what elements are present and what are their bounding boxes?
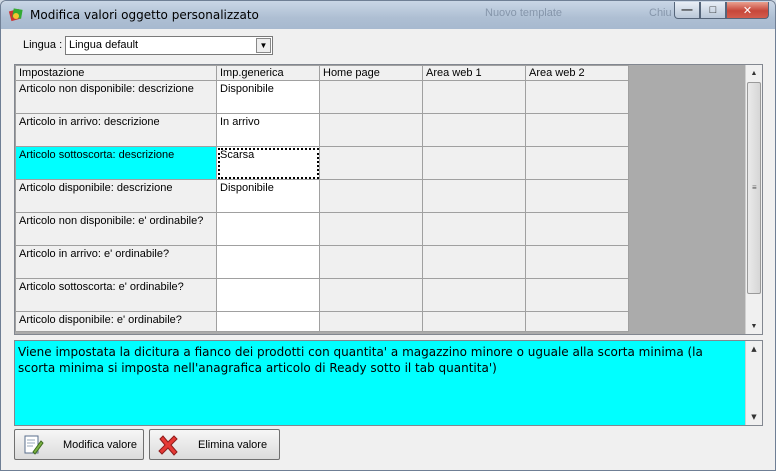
empty-cell[interactable]	[422, 212, 526, 246]
row-label[interactable]: Articolo sottoscorta: descrizione	[15, 146, 217, 180]
value-cell[interactable]	[216, 212, 320, 246]
row-label[interactable]: Articolo non disponibile: descrizione	[15, 80, 217, 114]
row-label[interactable]: Articolo non disponibile: e' ordinabile?	[15, 212, 217, 246]
dialog-window: Modifica valori oggetto personalizzato N…	[0, 0, 776, 471]
value-cell[interactable]	[216, 311, 320, 332]
empty-cell[interactable]	[422, 245, 526, 279]
row-label[interactable]: Articolo disponibile: descrizione	[15, 179, 217, 213]
column-header-impostazione[interactable]: Impostazione	[15, 65, 217, 81]
description-vertical-scrollbar[interactable]: ▲ ▼	[745, 341, 762, 425]
empty-cell[interactable]	[525, 80, 629, 114]
language-selected-value: Lingua default	[69, 39, 139, 51]
empty-cell[interactable]	[319, 179, 423, 213]
empty-cell[interactable]	[422, 146, 526, 180]
empty-cell[interactable]	[319, 146, 423, 180]
close-button[interactable]: ✕	[726, 2, 769, 19]
window-title: Modifica valori oggetto personalizzato	[30, 8, 259, 22]
empty-cell[interactable]	[525, 179, 629, 213]
grid-header-row: Impostazione Imp.generica Home page Area…	[15, 65, 629, 81]
edit-value-label: Modifica valore	[63, 438, 137, 451]
scroll-up-icon[interactable]: ▲	[746, 341, 762, 357]
edit-value-button[interactable]: Modifica valore	[14, 429, 144, 460]
delete-value-button[interactable]: Elimina valore	[149, 429, 280, 460]
empty-cell[interactable]	[319, 278, 423, 312]
background-hint-2: Chiu	[649, 7, 672, 19]
scroll-up-icon[interactable]: ▲	[746, 65, 762, 81]
value-cell-editing[interactable]: Scarsa	[216, 146, 320, 180]
empty-cell[interactable]	[422, 278, 526, 312]
table-row[interactable]: Articolo non disponibile: e' ordinabile?	[15, 212, 629, 246]
table-row[interactable]: Articolo in arrivo: descrizione In arriv…	[15, 113, 629, 147]
empty-cell[interactable]	[422, 311, 526, 332]
value-cell[interactable]: In arrivo	[216, 113, 320, 147]
edit-document-icon	[21, 433, 45, 457]
table-row[interactable]: Articolo sottoscorta: e' ordinabile?	[15, 278, 629, 312]
scroll-down-icon[interactable]: ▼	[746, 318, 762, 334]
table-row[interactable]: Articolo in arrivo: e' ordinabile?	[15, 245, 629, 279]
title-bar[interactable]: Modifica valori oggetto personalizzato N…	[1, 1, 775, 29]
empty-cell[interactable]	[319, 245, 423, 279]
language-select[interactable]: Lingua default ▼	[65, 36, 273, 55]
empty-cell[interactable]	[319, 212, 423, 246]
background-hint-1: Nuovo template	[485, 7, 563, 19]
description-box[interactable]: Viene impostata la dicitura a fianco dei…	[14, 340, 763, 426]
delete-value-label: Elimina valore	[198, 438, 268, 451]
maximize-button[interactable]: □	[700, 2, 726, 19]
settings-grid: Impostazione Imp.generica Home page Area…	[14, 64, 763, 335]
row-label[interactable]: Articolo disponibile: e' ordinabile?	[15, 311, 217, 332]
grip-icon: ≡	[752, 183, 757, 192]
empty-cell[interactable]	[422, 80, 526, 114]
table-row[interactable]: Articolo non disponibile: descrizione Di…	[15, 80, 629, 114]
minimize-icon: —	[681, 4, 693, 16]
chevron-down-icon[interactable]: ▼	[256, 38, 271, 53]
scroll-thumb[interactable]: ≡	[747, 82, 761, 294]
empty-cell[interactable]	[525, 146, 629, 180]
empty-cell[interactable]	[422, 179, 526, 213]
empty-cell[interactable]	[319, 113, 423, 147]
value-cell[interactable]	[216, 278, 320, 312]
column-header-area-web-1[interactable]: Area web 1	[422, 65, 526, 81]
maximize-icon: □	[709, 4, 717, 16]
row-label[interactable]: Articolo in arrivo: descrizione	[15, 113, 217, 147]
table-row[interactable]: Articolo disponibile: descrizione Dispon…	[15, 179, 629, 213]
empty-cell[interactable]	[525, 311, 629, 332]
empty-cell[interactable]	[525, 278, 629, 312]
value-cell[interactable]: Disponibile	[216, 179, 320, 213]
empty-cell[interactable]	[319, 80, 423, 114]
value-cell[interactable]	[216, 245, 320, 279]
row-label[interactable]: Articolo in arrivo: e' ordinabile?	[15, 245, 217, 279]
empty-cell[interactable]	[525, 113, 629, 147]
delete-x-icon	[156, 433, 180, 457]
scroll-down-icon[interactable]: ▼	[746, 409, 762, 425]
empty-cell[interactable]	[422, 113, 526, 147]
column-header-imp-generica[interactable]: Imp.generica	[216, 65, 320, 81]
table-row-selected[interactable]: Articolo sottoscorta: descrizione Scarsa	[15, 146, 629, 180]
empty-cell[interactable]	[525, 245, 629, 279]
column-header-home-page[interactable]: Home page	[319, 65, 423, 81]
value-cell[interactable]: Disponibile	[216, 80, 320, 114]
column-header-area-web-2[interactable]: Area web 2	[525, 65, 629, 81]
grid-vertical-scrollbar[interactable]: ▲ ≡ ▼	[745, 65, 762, 334]
row-label[interactable]: Articolo sottoscorta: e' ordinabile?	[15, 278, 217, 312]
empty-cell[interactable]	[319, 311, 423, 332]
description-text: Viene impostata la dicitura a fianco dei…	[18, 345, 703, 375]
empty-cell[interactable]	[525, 212, 629, 246]
language-label: Lingua :	[23, 39, 63, 51]
close-icon: ✕	[742, 4, 753, 17]
minimize-button[interactable]: —	[674, 2, 700, 19]
table-row[interactable]: Articolo disponibile: e' ordinabile?	[15, 311, 629, 332]
app-icon	[8, 8, 23, 22]
